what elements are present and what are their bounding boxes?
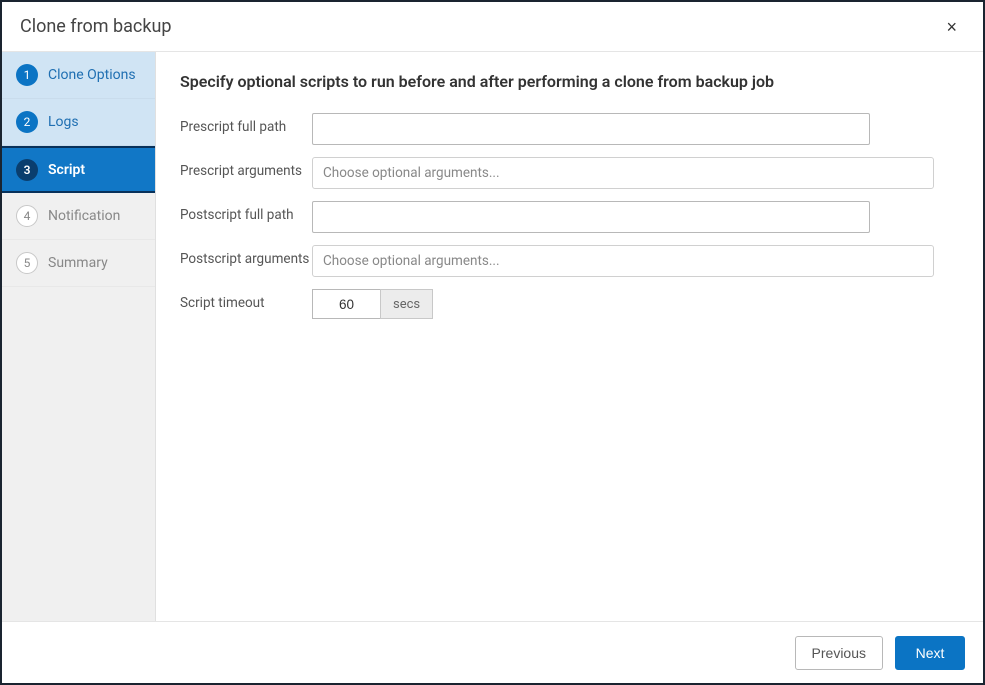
label-prescript-path: Prescript full path bbox=[180, 113, 312, 137]
dialog-title: Clone from backup bbox=[20, 16, 171, 37]
label-postscript-args: Postscript arguments bbox=[180, 245, 312, 269]
postscript-args-dropdown[interactable]: Choose optional arguments... bbox=[312, 245, 934, 277]
prescript-args-dropdown[interactable]: Choose optional arguments... bbox=[312, 157, 934, 189]
step-label: Notification bbox=[48, 208, 120, 224]
label-prescript-args: Prescript arguments bbox=[180, 157, 312, 181]
row-prescript-args: Prescript arguments Choose optional argu… bbox=[180, 157, 955, 189]
dropdown-placeholder: Choose optional arguments... bbox=[323, 253, 500, 269]
row-prescript-path: Prescript full path bbox=[180, 113, 955, 145]
step-number-badge: 1 bbox=[16, 64, 38, 86]
step-number-badge: 2 bbox=[16, 111, 38, 133]
step-label: Script bbox=[48, 162, 85, 178]
label-postscript-path: Postscript full path bbox=[180, 201, 312, 225]
main-panel: Specify optional scripts to run before a… bbox=[156, 52, 983, 621]
step-logs[interactable]: 2 Logs bbox=[2, 99, 155, 146]
close-icon[interactable]: × bbox=[938, 14, 965, 40]
dropdown-placeholder: Choose optional arguments... bbox=[323, 165, 500, 181]
step-summary[interactable]: 5 Summary bbox=[2, 240, 155, 287]
step-number-badge: 3 bbox=[16, 159, 38, 181]
clone-from-backup-dialog: Clone from backup × 1 Clone Options 2 Lo… bbox=[0, 0, 985, 685]
step-clone-options[interactable]: 1 Clone Options bbox=[2, 52, 155, 99]
step-notification[interactable]: 4 Notification bbox=[2, 193, 155, 240]
step-label: Logs bbox=[48, 114, 79, 130]
step-label: Summary bbox=[48, 255, 108, 271]
wizard-steps-sidebar: 1 Clone Options 2 Logs 3 Script 4 Notifi… bbox=[2, 52, 156, 621]
dialog-footer: Previous Next bbox=[2, 621, 983, 683]
step-number-badge: 4 bbox=[16, 205, 38, 227]
page-heading: Specify optional scripts to run before a… bbox=[180, 72, 955, 91]
row-script-timeout: Script timeout secs bbox=[180, 289, 955, 319]
timeout-unit-label: secs bbox=[380, 289, 433, 319]
label-script-timeout: Script timeout bbox=[180, 289, 312, 313]
next-button[interactable]: Next bbox=[895, 636, 965, 670]
previous-button[interactable]: Previous bbox=[795, 636, 883, 670]
step-script[interactable]: 3 Script bbox=[2, 146, 155, 193]
postscript-path-input[interactable] bbox=[312, 201, 870, 233]
prescript-path-input[interactable] bbox=[312, 113, 870, 145]
dialog-header: Clone from backup × bbox=[2, 2, 983, 52]
dialog-body: 1 Clone Options 2 Logs 3 Script 4 Notifi… bbox=[2, 52, 983, 621]
step-number-badge: 5 bbox=[16, 252, 38, 274]
row-postscript-args: Postscript arguments Choose optional arg… bbox=[180, 245, 955, 277]
row-postscript-path: Postscript full path bbox=[180, 201, 955, 233]
script-timeout-input[interactable] bbox=[312, 289, 380, 319]
step-label: Clone Options bbox=[48, 67, 136, 83]
